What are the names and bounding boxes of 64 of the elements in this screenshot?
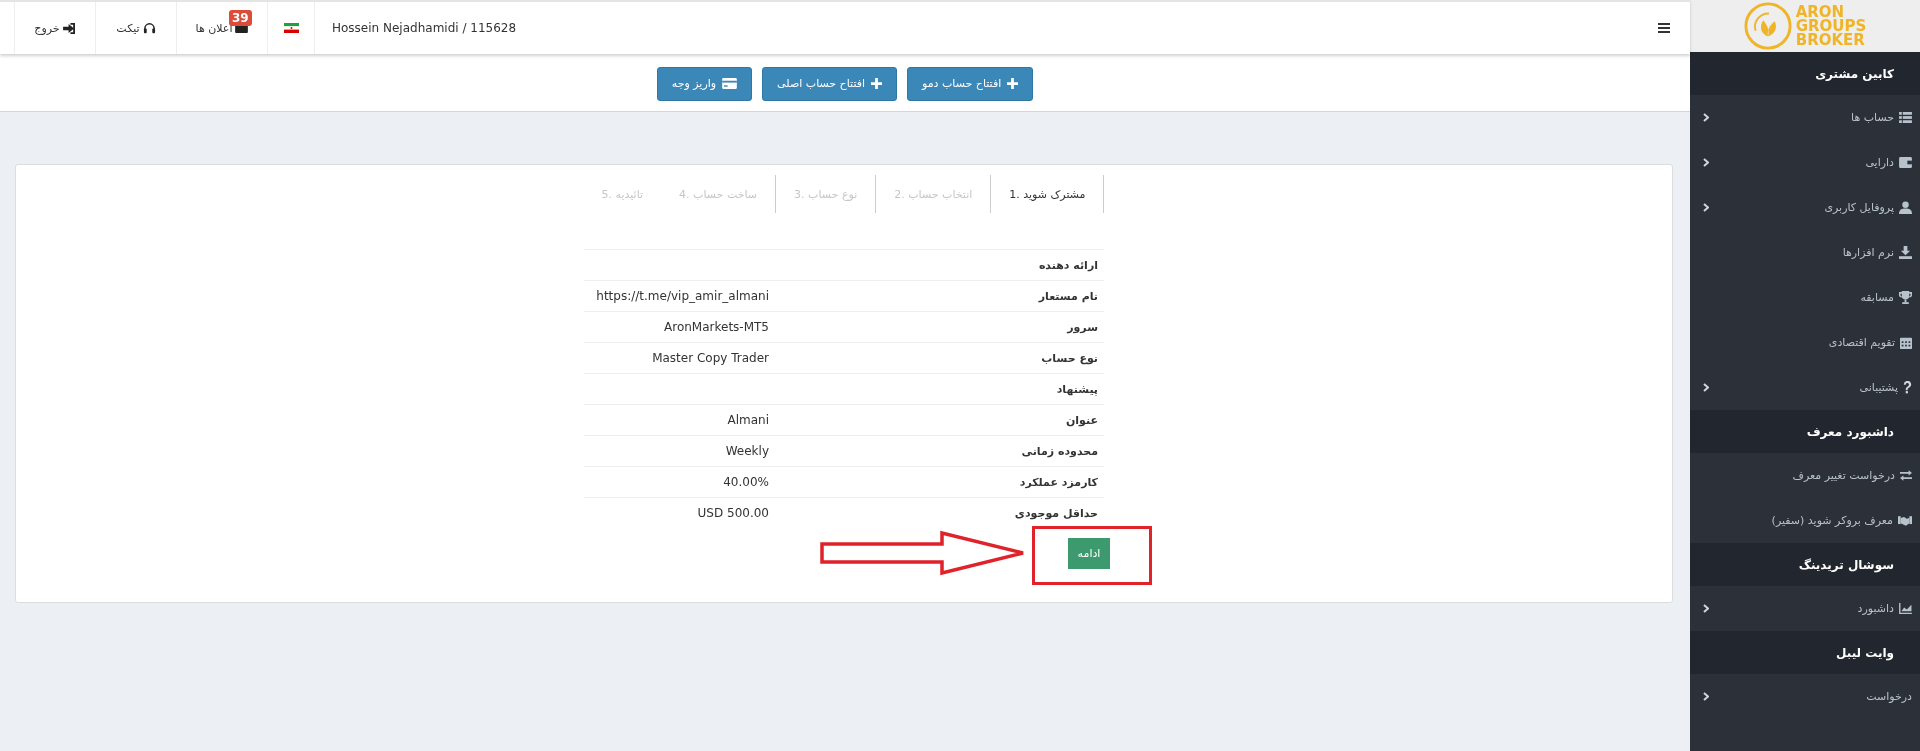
table-cell: https://t.me/vip_amir_almani — [596, 289, 769, 303]
headset-icon — [142, 21, 156, 35]
sidebar-item[interactable]: درخواست — [1690, 674, 1920, 719]
help-icon — [1903, 381, 1912, 394]
sidebar-item[interactable]: درخواست تغییر معرف — [1690, 453, 1920, 498]
chevron-icon — [1703, 604, 1709, 613]
sidebar-item[interactable]: دارایی — [1690, 140, 1920, 185]
sidebar-item[interactable]: مسابقه — [1690, 275, 1920, 320]
sidebar-item[interactable]: حساب ها — [1690, 95, 1920, 140]
row-label: پیشنهاد — [1056, 382, 1099, 396]
sidebar-item[interactable]: پروفایل کاربری — [1690, 185, 1920, 230]
plus-icon — [1007, 78, 1019, 89]
section-title: کابین مشتری — [1815, 66, 1894, 81]
sidebar-item[interactable]: معرف بروکر شوید (سفیر) — [1690, 498, 1920, 543]
sidebar-item[interactable]: پشتیبانی — [1690, 365, 1920, 410]
action-button[interactable]: افتتاح حساب اصلی — [762, 66, 898, 101]
table-cell: Master Copy Trader — [652, 351, 769, 365]
action-button[interactable]: واریز وجه — [656, 66, 753, 101]
menu-icon[interactable] — [1658, 23, 1670, 33]
row-label: نام مستعار — [1038, 289, 1099, 303]
notification-badge: 39 — [229, 10, 252, 26]
logout-button[interactable]: خروج — [32, 19, 78, 37]
chevron-icon — [1703, 692, 1709, 701]
flag-icon[interactable] — [283, 23, 299, 33]
table-cell: Almani — [727, 413, 769, 427]
chart-icon — [1899, 603, 1912, 614]
trophy-icon — [1899, 291, 1912, 304]
section-title: وایت لیبل — [1836, 645, 1894, 660]
download-icon — [1899, 246, 1912, 259]
row-label: حداقل موجودی — [1014, 506, 1099, 520]
table-cell: 40.00% — [723, 475, 769, 489]
swap-arrows-icon — [1900, 470, 1912, 481]
chevron-icon — [1703, 158, 1709, 167]
logo-icon — [1743, 2, 1792, 50]
table-cell: Weekly — [725, 444, 769, 458]
plus-icon — [871, 78, 883, 89]
credit-card-icon — [722, 78, 738, 89]
row-label: کارمزد عملکرد — [1019, 475, 1099, 489]
ticket-button[interactable]: تیکت — [114, 19, 158, 37]
section-title: سوشال تریدینگ — [1798, 557, 1894, 572]
row-label: نوع حساب — [1041, 351, 1099, 365]
calendar-icon — [1900, 336, 1912, 349]
wizard-step[interactable]: 1. مشترک شوید — [990, 175, 1105, 213]
logo-text: ARON GROUPS BROKER — [1795, 5, 1867, 47]
row-label: سرور — [1067, 320, 1099, 334]
logout-icon — [62, 22, 76, 34]
table-cell: AronMarkets-MT5 — [664, 320, 769, 334]
chevron-icon — [1703, 113, 1709, 122]
list-icon — [1899, 112, 1912, 123]
row-label: ارائه دهنده — [1038, 258, 1099, 272]
table-cell: USD 500.00 — [697, 506, 769, 520]
row-label: عنوان — [1065, 413, 1099, 427]
sidebar-item[interactable]: داشبورد — [1690, 586, 1920, 631]
user-name: Hossein Nejadhamidi / 115628 — [332, 21, 517, 35]
user-icon — [1899, 201, 1912, 214]
chevron-icon — [1703, 203, 1709, 212]
sidebar-item[interactable]: تقویم اقتصادی — [1690, 320, 1920, 365]
sidebar-item[interactable]: نرم افزارها — [1690, 230, 1920, 275]
chevron-icon — [1703, 383, 1709, 392]
wallet-icon — [1899, 157, 1912, 168]
section-title: داشبورد معرف — [1806, 424, 1894, 439]
handshake-icon — [1898, 515, 1912, 526]
action-button[interactable]: افتتاح حساب دمو — [907, 66, 1034, 101]
row-label: محدوده زمانی — [1021, 444, 1099, 458]
